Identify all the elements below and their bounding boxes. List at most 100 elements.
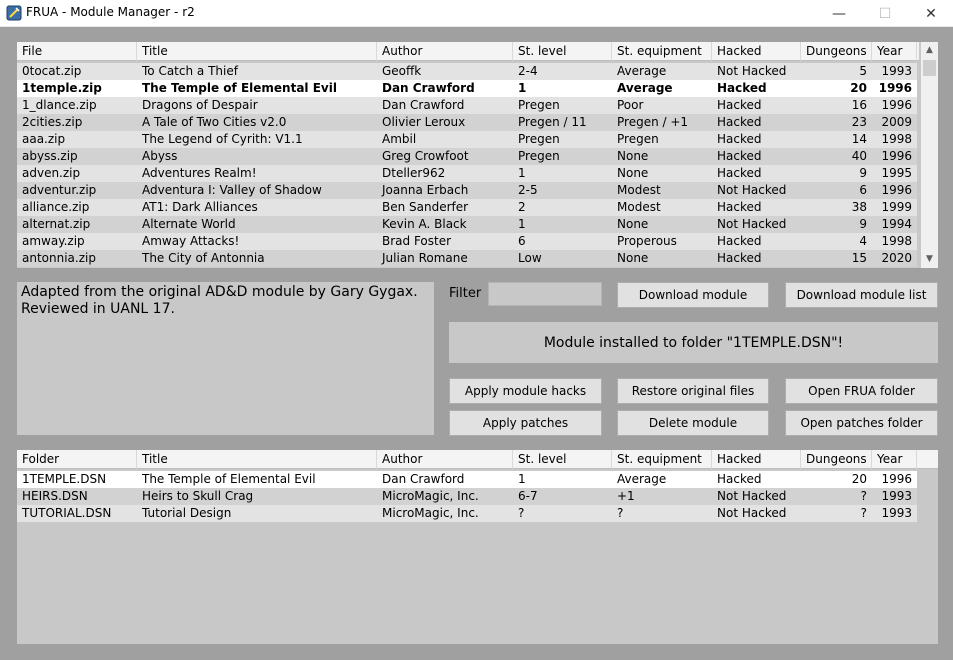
table-row[interactable]: alliance.zip AT1: Dark Alliances Ben Sande…: [17, 199, 917, 216]
cell-dungeons: 40: [851, 149, 867, 163]
cell-title: Heirs to Skull Crag: [142, 489, 254, 503]
apply-patches-button[interactable]: Apply patches: [449, 410, 602, 436]
cell-year: 1996: [881, 472, 912, 486]
table-row[interactable]: adven.zip Adventures Realm! Dteller962 1 Non…: [17, 165, 917, 182]
maximize-button[interactable]: ☐: [862, 0, 908, 27]
cell-year: 1996: [881, 149, 912, 163]
table-row[interactable]: aaa.zip The Legend of Cyrith: V1.1 Ambil Pr…: [17, 131, 917, 148]
table-row[interactable]: alternat.zip Alternate World Kevin A. Blac…: [17, 216, 917, 233]
download-module-button[interactable]: Download module: [617, 282, 769, 308]
cell-st-equipment: Poor: [617, 98, 644, 112]
cell-st-level: 1: [518, 472, 526, 486]
table-row[interactable]: 2cities.zip A Tale of Two Cities v2.0 Oliv…: [17, 114, 917, 131]
cell-year: 1996: [881, 183, 912, 197]
table-row[interactable]: adventur.zip Adventura I: Valley of Shado…: [17, 182, 917, 199]
module-list[interactable]: File Title Author St. level St. equipment Hac…: [17, 42, 938, 268]
scroll-down-icon[interactable]: ▼: [921, 251, 938, 268]
cell-year: 2009: [881, 115, 912, 129]
cell-file: 0tocat.zip: [22, 64, 82, 78]
column-header-dungeons[interactable]: Dungeons: [801, 42, 872, 61]
cell-year: 1993: [881, 506, 912, 520]
table-row[interactable]: 0tocat.zip To Catch a Thief Geoffk 2-4 Avera…: [17, 63, 917, 80]
cell-st-equipment: Average: [617, 472, 667, 486]
column-header-author[interactable]: Author: [377, 450, 513, 469]
apply-module-hacks-button[interactable]: Apply module hacks: [449, 378, 602, 404]
cell-dungeons: 14: [851, 132, 867, 146]
app-icon: [6, 5, 22, 21]
download-module-list-button[interactable]: Download module list: [785, 282, 938, 308]
cell-st-equipment: ?: [617, 506, 624, 520]
cell-hacked: Hacked: [717, 166, 762, 180]
table-row[interactable]: abyss.zip Abyss Greg Crowfoot Pregen None Hac…: [17, 148, 917, 165]
table-row[interactable]: TUTORIAL.DSN Tutorial Design MicroMagic, I…: [17, 505, 917, 522]
cell-author: Dan Crawford: [382, 81, 475, 95]
installed-module-list[interactable]: Folder Title Author St. level St. equipment H…: [17, 450, 938, 644]
column-header-title[interactable]: Title: [137, 42, 377, 61]
cell-title: Alternate World: [142, 217, 236, 231]
scroll-thumb[interactable]: [923, 60, 936, 76]
column-header-folder[interactable]: Folder: [17, 450, 137, 469]
cell-title: The Temple of Elemental Evil: [142, 472, 316, 486]
cell-st-equipment: Modest: [617, 200, 661, 214]
cell-author: MicroMagic, Inc.: [382, 489, 479, 503]
cell-hacked: Hacked: [717, 81, 767, 95]
description-line: Reviewed in UANL 17.: [21, 301, 175, 317]
cell-st-equipment: None: [617, 166, 649, 180]
column-header-hacked[interactable]: Hacked: [712, 42, 801, 61]
description-line: Adapted from the original AD&D module by…: [21, 284, 418, 300]
cell-file: alliance.zip: [22, 200, 90, 214]
column-header-author[interactable]: Author: [377, 42, 513, 61]
cell-st-level: Pregen: [518, 132, 560, 146]
table-row[interactable]: antonnia.zip The City of Antonnia Julian R…: [17, 250, 917, 267]
delete-module-button[interactable]: Delete module: [617, 410, 769, 436]
column-header-hacked[interactable]: Hacked: [712, 450, 801, 469]
vertical-scrollbar[interactable]: ▲ ▼: [921, 42, 938, 268]
cell-year: 1996: [881, 98, 912, 112]
cell-st-equipment: +1: [617, 489, 635, 503]
cell-file: adventur.zip: [22, 183, 97, 197]
column-header-title[interactable]: Title: [137, 450, 377, 469]
table-row[interactable]: 1TEMPLE.DSN The Temple of Elemental Evil D…: [17, 471, 917, 488]
cell-hacked: Not Hacked: [717, 489, 787, 503]
restore-original-files-button[interactable]: Restore original files: [617, 378, 769, 404]
table-row[interactable]: 1temple.zip The Temple of Elemental Evil D…: [17, 80, 917, 97]
cell-dungeons: 16: [851, 98, 867, 112]
cell-author: MicroMagic, Inc.: [382, 506, 479, 520]
close-button[interactable]: ✕: [908, 0, 953, 27]
cell-st-level: ?: [518, 506, 525, 520]
status-panel: Module installed to folder "1TEMPLE.DSN"…: [449, 322, 938, 363]
column-header-st-level[interactable]: St. level: [513, 450, 612, 469]
column-header-st-equipment[interactable]: St. equipment: [612, 450, 712, 469]
open-frua-folder-button[interactable]: Open FRUA folder: [785, 378, 938, 404]
cell-st-equipment: Average: [617, 64, 667, 78]
cell-author: Ambil: [382, 132, 417, 146]
cell-hacked: Hacked: [717, 472, 762, 486]
cell-file: amway.zip: [22, 234, 85, 248]
cell-file: HEIRS.DSN: [22, 489, 88, 503]
cell-author: Dan Crawford: [382, 98, 465, 112]
cell-dungeons: 5: [859, 64, 867, 78]
column-header-year[interactable]: Year: [872, 42, 917, 61]
window-title: FRUA - Module Manager - r2: [26, 5, 195, 19]
cell-year: 1998: [881, 132, 912, 146]
cell-author: Ben Sanderfer: [382, 200, 469, 214]
cell-file: antonnia.zip: [22, 251, 96, 265]
column-header-file[interactable]: File: [17, 42, 137, 61]
open-patches-folder-button[interactable]: Open patches folder: [785, 410, 938, 436]
column-header-year[interactable]: Year: [872, 450, 917, 469]
column-header-dungeons[interactable]: Dungeons: [801, 450, 872, 469]
cell-st-level: 6: [518, 234, 526, 248]
column-header-st-equipment[interactable]: St. equipment: [612, 42, 712, 61]
cell-author: Greg Crowfoot: [382, 149, 469, 163]
cell-file: alternat.zip: [22, 217, 91, 231]
table-row[interactable]: amway.zip Amway Attacks! Brad Foster 6 Prope…: [17, 233, 917, 250]
column-header-st-level[interactable]: St. level: [513, 42, 612, 61]
minimize-button[interactable]: —: [816, 0, 862, 27]
cell-st-equipment: Pregen: [617, 132, 659, 146]
table-row[interactable]: 1_dlance.zip Dragons of Despair Dan Crawfo…: [17, 97, 917, 114]
cell-hacked: Hacked: [717, 234, 762, 248]
filter-input[interactable]: [488, 282, 602, 306]
table-row[interactable]: HEIRS.DSN Heirs to Skull Crag MicroMagic, …: [17, 488, 917, 505]
scroll-up-icon[interactable]: ▲: [921, 42, 938, 59]
cell-hacked: Not Hacked: [717, 506, 787, 520]
